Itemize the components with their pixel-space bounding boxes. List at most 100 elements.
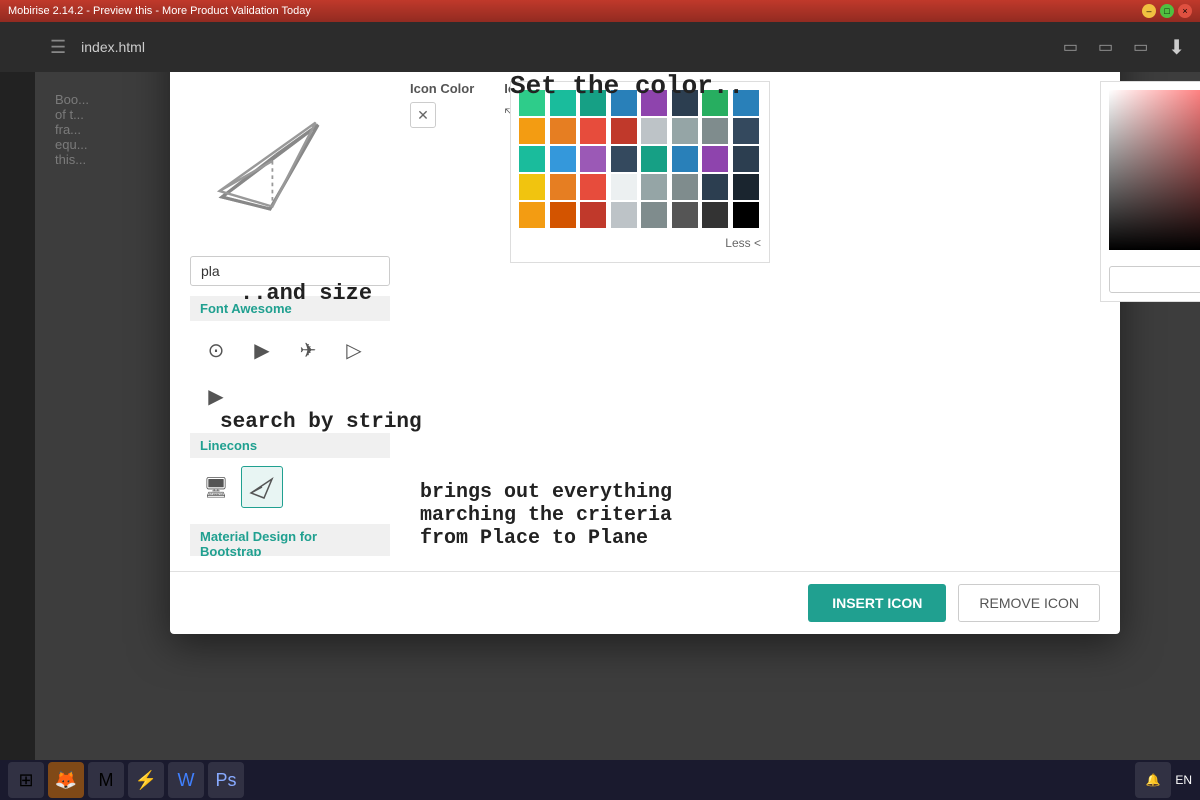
color-swatch-24[interactable] (519, 174, 545, 200)
font-awesome-label: Font Awesome (190, 296, 390, 321)
color-swatch-9[interactable] (550, 118, 576, 144)
icons-area: Font Awesome ⊙ ▶ ✈ ▷ ▶ Linecons (190, 296, 390, 556)
left-panel: Font Awesome ⊙ ▶ ✈ ▷ ▶ Linecons (190, 81, 390, 556)
taskbar-firefox[interactable]: 🦊 (48, 762, 84, 798)
color-swatch-0[interactable] (519, 90, 545, 116)
color-swatch-26[interactable] (580, 174, 606, 200)
font-awesome-icons: ⊙ ▶ ✈ ▷ ▶ (190, 321, 390, 425)
icon-play[interactable]: ▶ (241, 329, 283, 371)
app-header: ☰ index.html ▭ ▭ ▭ ⬇ (35, 22, 1200, 72)
color-swatch-10[interactable] (580, 118, 606, 144)
color-swatch-25[interactable] (550, 174, 576, 200)
title-bar: Mobirise 2.14.2 - Preview this - More Pr… (0, 0, 1200, 22)
color-swatch-27[interactable] (611, 174, 637, 200)
color-swatch-38[interactable] (702, 202, 728, 228)
color-swatch-28[interactable] (641, 174, 667, 200)
hamburger-menu[interactable]: ☰ (50, 37, 66, 58)
color-swatches (519, 90, 761, 228)
modal-body: Font Awesome ⊙ ▶ ✈ ▷ ▶ Linecons (170, 66, 1120, 571)
color-swatch-30[interactable] (702, 174, 728, 200)
icon-play-btn[interactable]: ▶ (195, 375, 237, 417)
device-tablet-icon[interactable]: ▭ (1098, 37, 1113, 57)
color-swatch-21[interactable] (672, 146, 698, 172)
paper-plane-preview-icon (210, 101, 330, 221)
color-preview-box: ✕ (410, 102, 474, 128)
minimize-button[interactable]: – (1142, 4, 1156, 18)
close-color-picker-button[interactable]: ✕ (410, 102, 436, 128)
saturation-gradient (1109, 90, 1200, 250)
color-swatch-2[interactable] (580, 90, 606, 116)
icon-plane[interactable]: ✈ (287, 329, 329, 371)
color-swatch-34[interactable] (580, 202, 606, 228)
title-bar-controls: – □ × (1142, 4, 1192, 18)
color-swatch-29[interactable] (672, 174, 698, 200)
title-bar-text: Mobirise 2.14.2 - Preview this - More Pr… (8, 5, 1142, 17)
taskbar-language: EN (1175, 773, 1192, 787)
taskbar-photoshop[interactable]: Ps (208, 762, 244, 798)
taskbar-filezilla[interactable]: ⚡ (128, 762, 164, 798)
brightness-gradient (1109, 90, 1200, 250)
color-swatch-3[interactable] (611, 90, 637, 116)
color-swatch-13[interactable] (672, 118, 698, 144)
annotation-brings-out: brings out everything marching the crite… (420, 481, 672, 550)
color-swatch-37[interactable] (672, 202, 698, 228)
device-desktop-icon[interactable]: ▭ (1133, 37, 1148, 57)
color-palette: Less < (510, 81, 770, 263)
color-swatch-6[interactable] (702, 90, 728, 116)
color-swatch-4[interactable] (641, 90, 667, 116)
color-swatch-17[interactable] (550, 146, 576, 172)
color-swatch-14[interactable] (702, 118, 728, 144)
icon-preview (190, 81, 350, 241)
linecons-section: Linecons 🖥 (190, 433, 390, 516)
icon-color-group: Icon Color ✕ (410, 81, 474, 128)
color-swatch-39[interactable] (733, 202, 759, 228)
select-icons-modal: Select icons × (170, 20, 1120, 634)
color-swatch-12[interactable] (641, 118, 667, 144)
color-swatch-11[interactable] (611, 118, 637, 144)
linecons-icons: 🖥 (190, 458, 390, 516)
hex-color-input[interactable] (1109, 266, 1200, 293)
icon-color-label: Icon Color (410, 81, 474, 96)
color-swatch-32[interactable] (519, 202, 545, 228)
font-awesome-section: Font Awesome ⊙ ▶ ✈ ▷ ▶ (190, 296, 390, 425)
linecon-monitor[interactable]: 🖥 (195, 466, 237, 508)
header-icons: ▭ ▭ ▭ ⬇ (1063, 35, 1185, 60)
color-swatch-1[interactable] (550, 90, 576, 116)
material-design-section: Material Design for Bootstrap ↺ ⊞ ▶ ⊙ ⊚ … (190, 524, 390, 556)
taskbar-start[interactable]: ⊞ (8, 762, 44, 798)
color-swatch-18[interactable] (580, 146, 606, 172)
color-swatch-19[interactable] (611, 146, 637, 172)
remove-icon-button[interactable]: REMOVE ICON (958, 584, 1100, 622)
taskbar: ⊞ 🦊 M ⚡ W Ps 🔔 EN (0, 760, 1200, 800)
page-title: index.html (81, 39, 145, 55)
modal-footer: INSERT ICON REMOVE ICON (170, 571, 1120, 634)
taskbar-mobirise[interactable]: M (88, 762, 124, 798)
color-swatch-20[interactable] (641, 146, 667, 172)
less-more-button[interactable]: Less < (725, 236, 761, 250)
icon-play-outline[interactable]: ▷ (333, 329, 375, 371)
color-gradient-area[interactable] (1109, 90, 1200, 250)
download-icon[interactable]: ⬇ (1168, 35, 1185, 60)
taskbar-word[interactable]: W (168, 762, 204, 798)
device-mobile-icon[interactable]: ▭ (1063, 37, 1078, 57)
color-swatch-23[interactable] (733, 146, 759, 172)
color-swatch-36[interactable] (641, 202, 667, 228)
right-panel: Icon Color ✕ Icon Size ⤡ (410, 81, 1100, 556)
linecons-label: Linecons (190, 433, 390, 458)
color-swatch-15[interactable] (733, 118, 759, 144)
close-window-button[interactable]: × (1178, 4, 1192, 18)
search-input[interactable] (190, 256, 390, 286)
insert-icon-button[interactable]: INSERT ICON (808, 584, 946, 622)
color-swatch-31[interactable] (733, 174, 759, 200)
color-swatch-33[interactable] (550, 202, 576, 228)
taskbar-notification[interactable]: 🔔 (1135, 762, 1171, 798)
color-swatch-16[interactable] (519, 146, 545, 172)
linecon-plane[interactable] (241, 466, 283, 508)
color-swatch-7[interactable] (733, 90, 759, 116)
color-swatch-35[interactable] (611, 202, 637, 228)
icon-play-circle[interactable]: ⊙ (195, 329, 237, 371)
color-swatch-22[interactable] (702, 146, 728, 172)
color-swatch-5[interactable] (672, 90, 698, 116)
maximize-button[interactable]: □ (1160, 4, 1174, 18)
color-swatch-8[interactable] (519, 118, 545, 144)
